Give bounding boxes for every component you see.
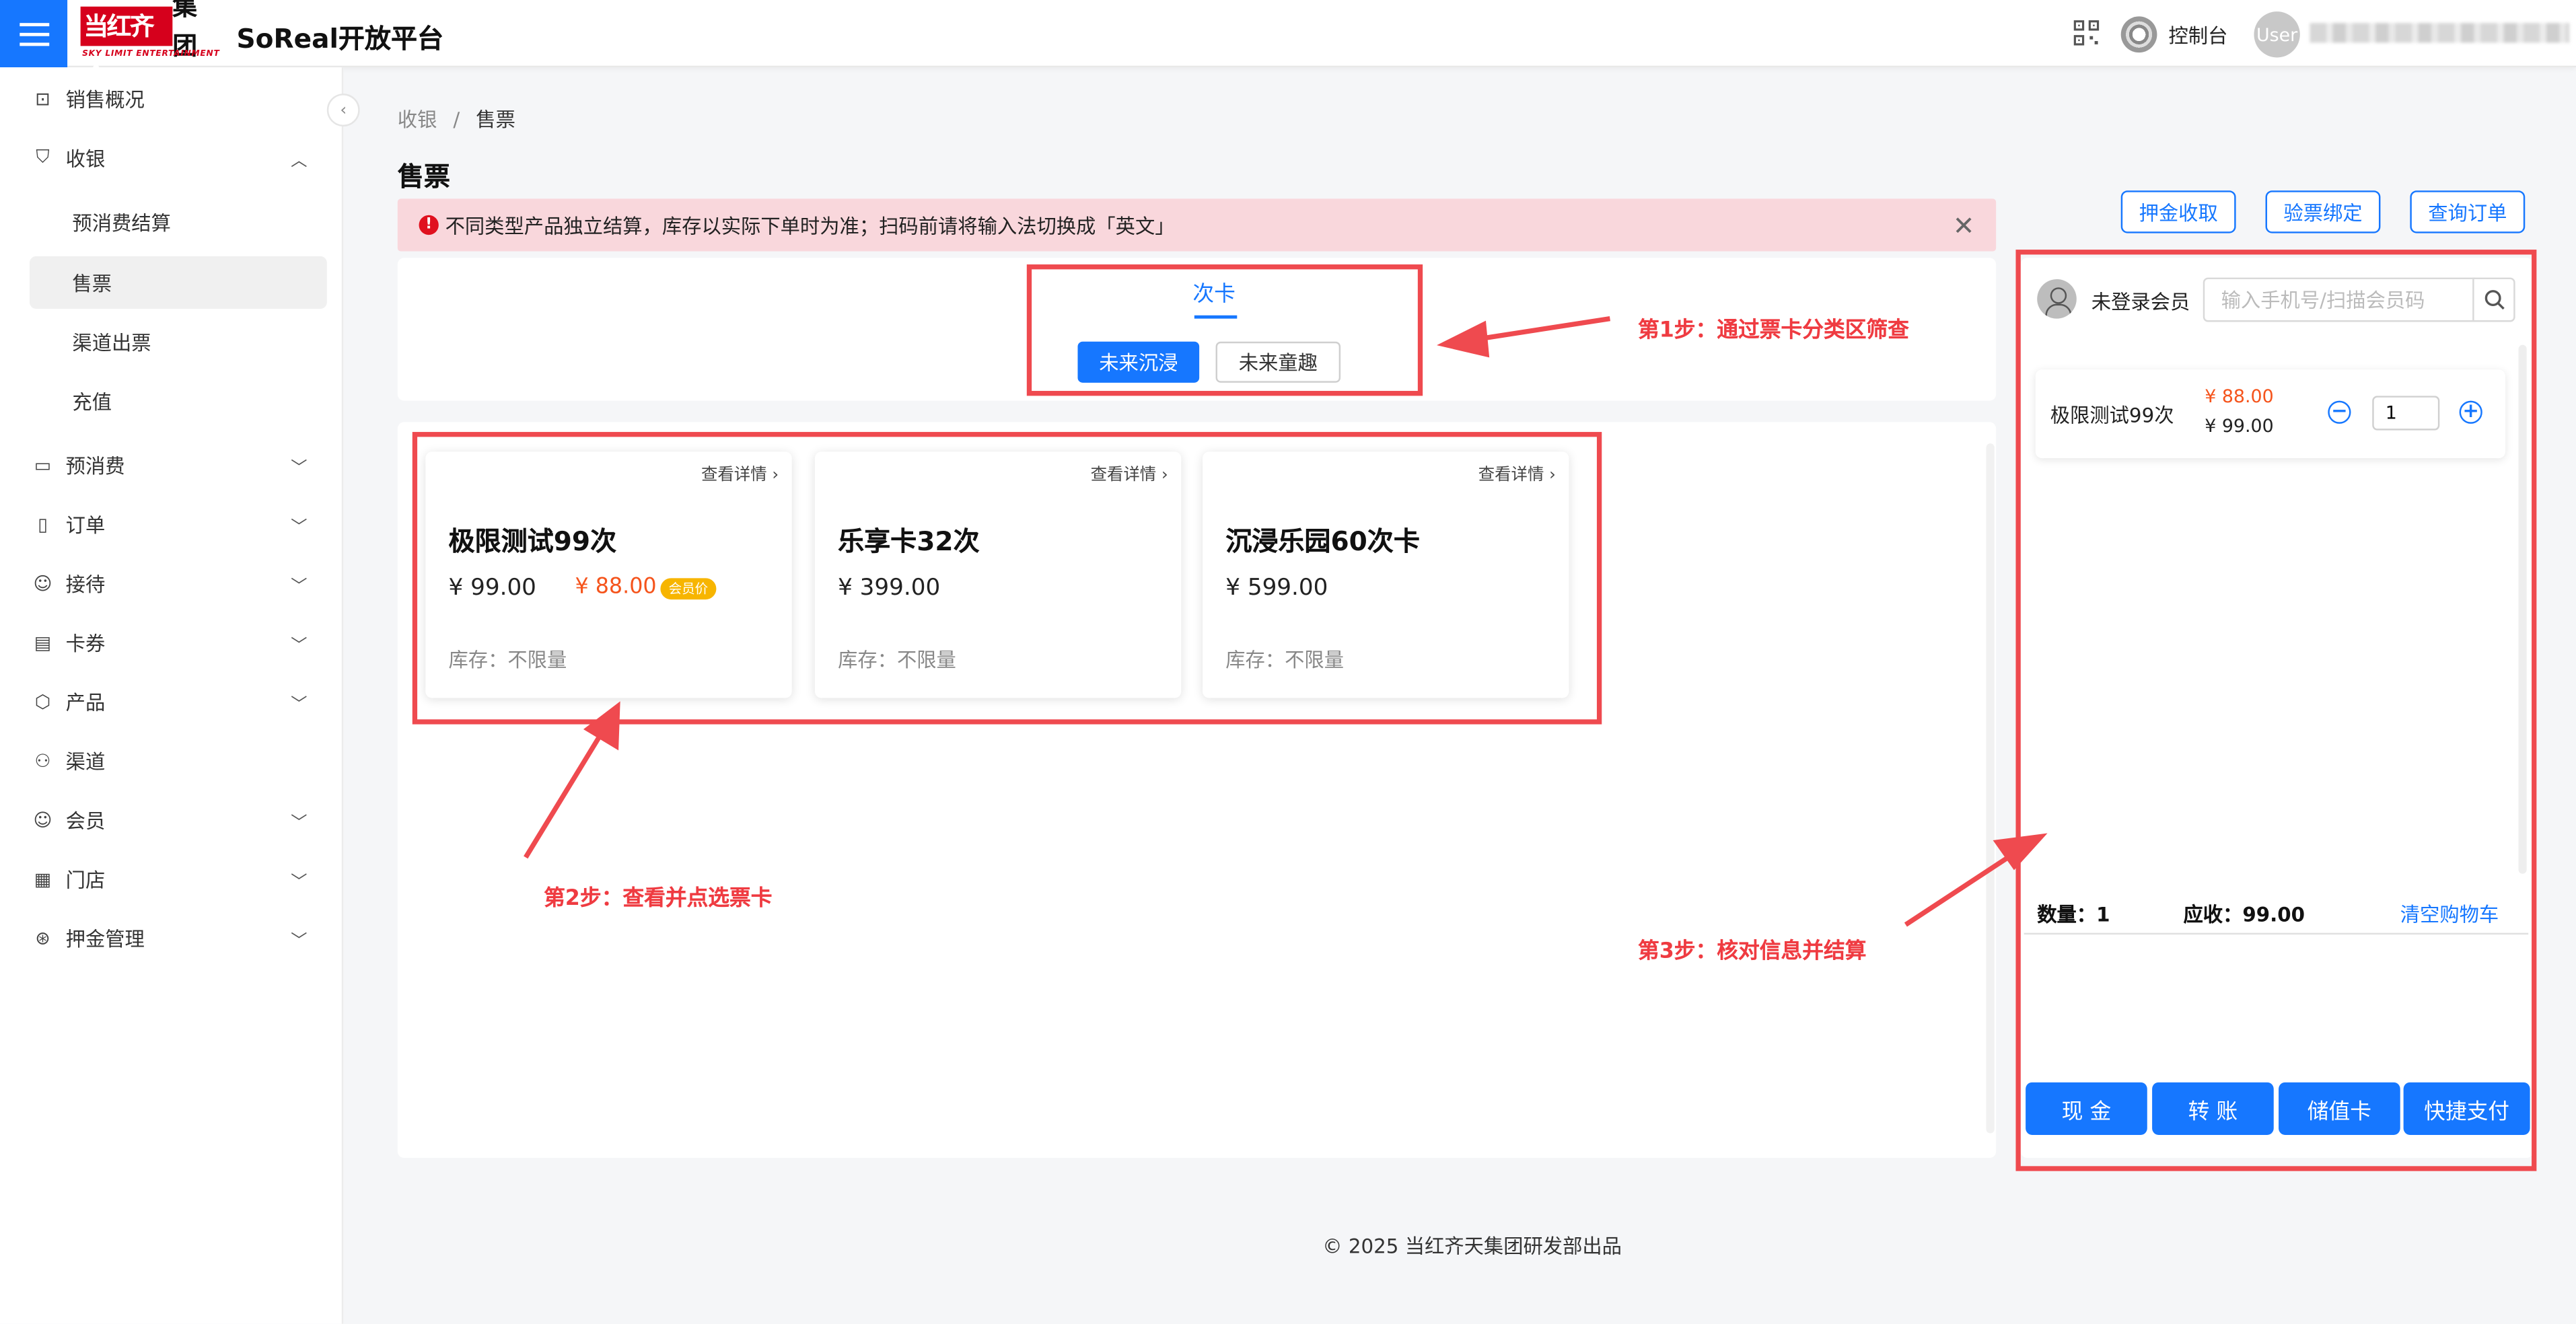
sidebar-item-label: 渠道 bbox=[65, 749, 106, 773]
sidebar-item-label: 门店 bbox=[65, 868, 106, 891]
cube-icon: ⬡ bbox=[34, 690, 51, 712]
app-title: SoReal开放平台 bbox=[236, 23, 444, 54]
chevron-down-icon: ﹀ bbox=[291, 637, 308, 656]
annotation-step1: 第1步：通过票卡分类区筛查 bbox=[1637, 318, 1909, 344]
folder-icon: ▭ bbox=[34, 454, 52, 476]
sidebar-item-products[interactable]: ⬡ 产品 ﹀ bbox=[30, 675, 327, 727]
hamburger-icon bbox=[19, 32, 49, 36]
breadcrumb: 收银 / 售票 bbox=[398, 105, 515, 133]
annotation-box-filter bbox=[1026, 264, 1423, 396]
store-icon: ▦ bbox=[34, 868, 52, 889]
warning-icon: ! bbox=[419, 215, 439, 235]
alert-text: 不同类型产品独立结算，库存以实际下单时为准；扫码前请将输入法切换成「英文」 bbox=[445, 214, 1175, 237]
breadcrumb-current: 售票 bbox=[476, 108, 515, 132]
console-link[interactable]: 控制台 bbox=[2169, 22, 2228, 50]
sidebar-subitem-recharge[interactable]: 充值 bbox=[30, 375, 327, 427]
chevron-down-icon: ﹀ bbox=[291, 578, 308, 597]
chevron-down-icon: ﹀ bbox=[291, 459, 308, 478]
hierarchy-icon: ⚇ bbox=[34, 749, 51, 772]
id-card-icon: ▤ bbox=[34, 631, 52, 653]
sidebar-item-label: 销售概况 bbox=[65, 87, 145, 111]
sidebar-item-stores[interactable]: ▦ 门店 ﹀ bbox=[30, 852, 327, 905]
chevron-down-icon: ﹀ bbox=[291, 519, 308, 538]
deposit-icon: ⊛ bbox=[35, 927, 50, 949]
sidebar-item-sales-overview[interactable]: ⊡ 销售概况 bbox=[30, 72, 327, 124]
sidebar-item-cashier[interactable]: ⛉ 收银 ︿ bbox=[30, 131, 327, 184]
close-icon[interactable]: ✕ bbox=[1953, 210, 1975, 241]
sidebar-item-reception[interactable]: ☺ 接待 ﹀ bbox=[30, 557, 327, 610]
sidebar-item-label: 押金管理 bbox=[65, 927, 145, 951]
page-title: 售票 bbox=[397, 161, 450, 192]
qr-code-icon[interactable] bbox=[2073, 20, 2100, 46]
order-query-button[interactable]: 查询订单 bbox=[2410, 190, 2526, 233]
file-icon: ▯ bbox=[38, 513, 48, 535]
user-avatar[interactable]: User bbox=[2254, 11, 2300, 58]
sidebar-item-label: 接待 bbox=[65, 572, 106, 595]
sidebar-subitem-prepaid-settlement[interactable]: 预消费结算 bbox=[30, 196, 327, 248]
sidebar-collapse-button[interactable]: ‹ bbox=[326, 94, 360, 126]
sidebar-subitem-channel-ticketing[interactable]: 渠道出票 bbox=[30, 316, 327, 368]
sidebar-item-label: 订单 bbox=[65, 513, 106, 537]
chevron-down-icon: ﹀ bbox=[291, 873, 308, 892]
sidebar-item-label: 会员 bbox=[65, 809, 106, 832]
shield-icon: ⛉ bbox=[36, 146, 50, 168]
sidebar-item-label: 产品 bbox=[65, 690, 106, 714]
chevron-down-icon: ﹀ bbox=[291, 932, 308, 951]
sidebar-item-label: 收银 bbox=[65, 147, 106, 170]
logo-subtitle: SKY LIMIT ENTERTAINMENT bbox=[82, 49, 220, 59]
sidebar-item-coupons[interactable]: ▤ 卡券 ﹀ bbox=[30, 616, 327, 668]
user-icon: ☺ bbox=[33, 572, 52, 594]
top-bar: 当红齐天 集团 SKY LIMIT ENTERTAINMENT SoReal开放… bbox=[0, 0, 2576, 81]
sidebar-item-channels[interactable]: ⚇ 渠道 bbox=[30, 734, 327, 786]
sidebar-item-prepaid[interactable]: ▭ 预消费 ﹀ bbox=[30, 439, 327, 491]
members-icon: ☺ bbox=[33, 809, 52, 831]
chevron-down-icon: ﹀ bbox=[291, 696, 308, 714]
sidebar-item-orders[interactable]: ▯ 订单 ﹀ bbox=[30, 498, 327, 550]
breadcrumb-parent[interactable]: 收银 bbox=[398, 108, 437, 131]
annotation-step3: 第3步：核对信息并结算 bbox=[1637, 939, 1867, 965]
menu-toggle-button[interactable] bbox=[0, 0, 68, 68]
deposit-collect-button[interactable]: 押金收取 bbox=[2120, 190, 2236, 233]
sidebar-item-deposit-management[interactable]: ⊛ 押金管理 ﹀ bbox=[30, 912, 327, 964]
chart-icon: ⊡ bbox=[35, 87, 50, 110]
company-logo: 当红齐天 集团 SKY LIMIT ENTERTAINMENT bbox=[80, 0, 219, 81]
sidebar-subitem-ticket-sales[interactable]: 售票 bbox=[29, 256, 327, 309]
footer-copyright: © 2025 当红齐天集团研发部出品 bbox=[1322, 1235, 1622, 1259]
user-name-redacted[interactable] bbox=[2310, 23, 2570, 43]
breadcrumb-separator: / bbox=[453, 108, 460, 132]
product-list-scrollbar[interactable] bbox=[1986, 443, 1995, 1134]
notice-alert: ! 不同类型产品独立结算，库存以实际下单时为准；扫码前请将输入法切换成「英文」 … bbox=[397, 198, 1997, 252]
annotation-box-products bbox=[412, 432, 1602, 725]
chevron-up-icon: ︿ bbox=[291, 153, 308, 171]
console-icon[interactable] bbox=[2120, 16, 2157, 53]
logo-text-red: 当红齐天 bbox=[80, 6, 173, 81]
ticket-bind-button[interactable]: 验票绑定 bbox=[2265, 190, 2381, 233]
annotation-step2: 第2步：查看并点选票卡 bbox=[544, 887, 773, 912]
chevron-down-icon: ﹀ bbox=[291, 814, 308, 833]
sidebar-item-label: 卡券 bbox=[65, 631, 106, 655]
sidebar-item-members[interactable]: ☺ 会员 ﹀ bbox=[30, 793, 327, 846]
annotation-box-cart bbox=[2015, 250, 2537, 1171]
sidebar-item-label: 预消费 bbox=[65, 454, 125, 478]
